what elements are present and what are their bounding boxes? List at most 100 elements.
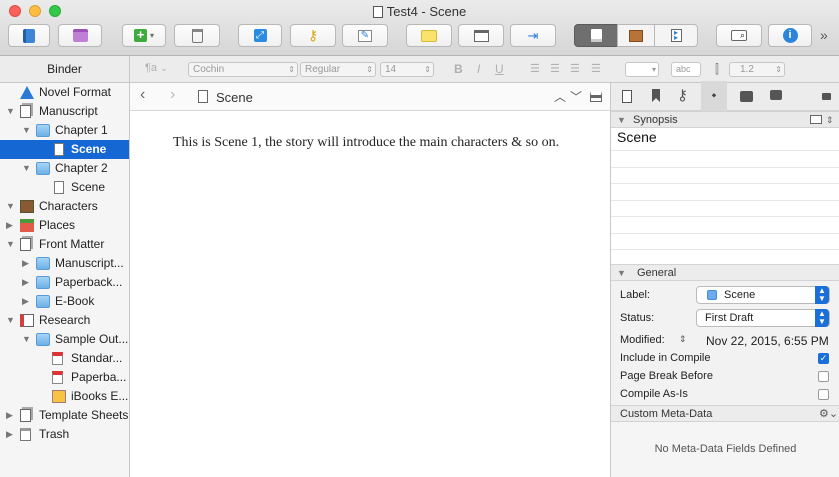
binder-item[interactable]: ▶ Manuscript... xyxy=(0,254,129,273)
binder-item[interactable]: ▼ Front Matter xyxy=(0,235,129,254)
custom-metadata-header[interactable]: Custom Meta-Data ⚙⌄ xyxy=(611,405,839,422)
modified-stepper-icon[interactable]: ⇕ xyxy=(679,334,687,345)
disclosure-collapsed-icon[interactable]: ▶ xyxy=(22,273,29,292)
metadata-tab-icon[interactable]: ⚷ xyxy=(677,86,688,104)
disclosure-collapsed-icon[interactable]: ▶ xyxy=(22,254,29,273)
binder-item-label: Manuscript xyxy=(39,104,98,118)
chevron-updown-icon[interactable]: ⇕ xyxy=(826,112,834,128)
font-family-select[interactable]: Cochin ⇕ xyxy=(188,62,298,77)
disclosure-expanded-icon[interactable]: ▼ xyxy=(6,235,15,254)
binder-toggle-button[interactable] xyxy=(8,24,50,47)
disclosure-expanded-icon[interactable]: ▼ xyxy=(22,330,31,349)
outliner-mode-button[interactable]: ▸ ▸ xyxy=(654,24,698,47)
align-justify-icon[interactable]: ☰ xyxy=(591,62,601,75)
binder-item[interactable]: Paperba... xyxy=(0,368,129,387)
disclosure-expanded-icon[interactable]: ▼ xyxy=(22,159,31,178)
next-document-icon[interactable]: ﹀ xyxy=(570,88,582,105)
binder-header: Binder xyxy=(0,56,130,83)
keywords-button[interactable]: ⚷ xyxy=(290,24,336,47)
comments-tab-icon[interactable] xyxy=(770,90,782,100)
edit-button[interactable]: ✎ xyxy=(342,24,388,47)
font-style-select[interactable]: Regular ⇕ xyxy=(300,62,376,77)
goto-button[interactable]: ⇥ xyxy=(510,24,556,47)
bold-button[interactable]: B xyxy=(454,62,463,76)
disclosure-expanded-icon[interactable]: ▼ xyxy=(6,197,15,216)
add-button[interactable]: + ▾ xyxy=(122,24,166,47)
corkboard-mode-button[interactable] xyxy=(617,24,655,47)
previous-document-icon[interactable]: ︿ xyxy=(554,88,566,105)
align-left-icon[interactable]: ☰ xyxy=(530,62,540,75)
binder-item[interactable]: ▼ Research xyxy=(0,311,129,330)
general-section-header[interactable]: ▼ General xyxy=(611,264,839,281)
inspector-button[interactable]: i xyxy=(768,24,812,47)
binder-item[interactable]: ▶ Paperback... xyxy=(0,273,129,292)
inspector-icon: i xyxy=(782,28,798,43)
italic-button[interactable]: I xyxy=(477,62,480,76)
forward-arrow-icon[interactable]: › xyxy=(170,86,175,104)
binder-item[interactable]: ▼ Chapter 1 xyxy=(0,121,129,140)
disclosure-collapsed-icon[interactable]: ▶ xyxy=(6,425,13,444)
binder-item[interactable]: Scene xyxy=(0,178,129,197)
trash-button[interactable] xyxy=(174,24,220,47)
binder-item[interactable]: ▼ Manuscript xyxy=(0,102,129,121)
binder-item[interactable]: ▼ Chapter 2 xyxy=(0,159,129,178)
stepper-icon: ⇕ xyxy=(775,65,782,74)
binder-item[interactable]: Scene xyxy=(0,140,129,159)
snapshots-tab-icon[interactable] xyxy=(740,91,753,102)
stack-icon xyxy=(20,409,31,422)
align-center-icon[interactable]: ☰ xyxy=(550,62,560,75)
text-color-select[interactable]: ▾ xyxy=(625,62,659,77)
binder-item[interactable]: ▶ Trash xyxy=(0,425,129,444)
binder-item[interactable]: ▼ Characters xyxy=(0,197,129,216)
text-editor[interactable]: This is Scene 1, the story will introduc… xyxy=(130,111,610,477)
page-break-checkbox[interactable] xyxy=(818,371,829,382)
disclosure-collapsed-icon[interactable]: ▶ xyxy=(6,216,13,235)
compile-as-is-checkbox[interactable] xyxy=(818,389,829,400)
bookmarks-tab-icon[interactable] xyxy=(652,89,660,102)
synopsis-text-area[interactable]: Scene xyxy=(611,128,839,267)
lock-icon[interactable] xyxy=(822,93,831,100)
disclosure-collapsed-icon[interactable]: ▶ xyxy=(6,406,13,425)
line-spacing-select[interactable]: 1.2 ⇕ xyxy=(729,62,785,77)
binder-item[interactable]: ▼ Sample Out... xyxy=(0,330,129,349)
font-size-select[interactable]: 14 ⇕ xyxy=(380,62,434,77)
window-title: Test4 - Scene xyxy=(0,4,839,19)
include-compile-checkbox[interactable]: ✓ xyxy=(818,353,829,364)
disclosure-expanded-icon[interactable]: ▼ xyxy=(22,121,31,140)
full-screen-button[interactable]: ⤢ xyxy=(238,24,282,47)
binder-icon xyxy=(23,28,35,43)
binder-item[interactable]: Standar... xyxy=(0,349,129,368)
synopsis-section-header[interactable]: ▼ Synopsis ⇕ xyxy=(611,111,839,128)
binder-item[interactable]: ▶ Template Sheets xyxy=(0,406,129,425)
binder-item[interactable]: ▶ Places xyxy=(0,216,129,235)
disclosure-expanded-icon[interactable]: ▼ xyxy=(6,102,15,121)
comment-button[interactable] xyxy=(406,24,452,47)
synopsis-mode-icon[interactable] xyxy=(810,115,822,124)
back-arrow-icon[interactable]: ‹ xyxy=(140,86,145,104)
gear-icon[interactable]: ⚙⌄ xyxy=(819,406,838,422)
toolbar-overflow-icon[interactable]: » xyxy=(820,27,828,43)
editor-header-title[interactable]: Scene xyxy=(216,90,253,105)
editor-body-text[interactable]: This is Scene 1, the story will introduc… xyxy=(173,135,559,151)
tag-tab-icon[interactable]: ⬩ xyxy=(701,81,727,111)
align-right-icon[interactable]: ☰ xyxy=(570,62,580,75)
binder-item[interactable]: ▶ E-Book xyxy=(0,292,129,311)
paragraph-style-menu[interactable]: ¶a ⌄ xyxy=(145,62,168,74)
compile-as-is-label: Compile As-Is xyxy=(620,388,688,400)
quick-search-button[interactable]: ⌕ xyxy=(716,24,762,47)
split-editor-icon[interactable] xyxy=(590,91,602,102)
status-select[interactable]: First Draft ▲ ▼ xyxy=(696,309,830,327)
notes-tab-icon[interactable] xyxy=(622,90,632,103)
editor-mode-button[interactable] xyxy=(574,24,618,47)
disclosure-collapsed-icon[interactable]: ▶ xyxy=(22,292,29,311)
disclosure-expanded-icon[interactable]: ▼ xyxy=(6,311,15,330)
collections-toggle-button[interactable] xyxy=(58,24,102,47)
binder-item[interactable]: iBooks E... xyxy=(0,387,129,406)
binder-item[interactable]: Novel Format xyxy=(0,83,129,102)
underline-button[interactable]: U xyxy=(495,62,504,76)
synopsis-text[interactable]: Scene xyxy=(617,129,657,145)
fullscreen-icon: ⤢ xyxy=(253,29,267,42)
layout-button[interactable] xyxy=(458,24,504,47)
highlight-color-select[interactable]: abc xyxy=(671,62,701,77)
label-select[interactable]: Scene ▲ ▼ xyxy=(696,286,830,304)
